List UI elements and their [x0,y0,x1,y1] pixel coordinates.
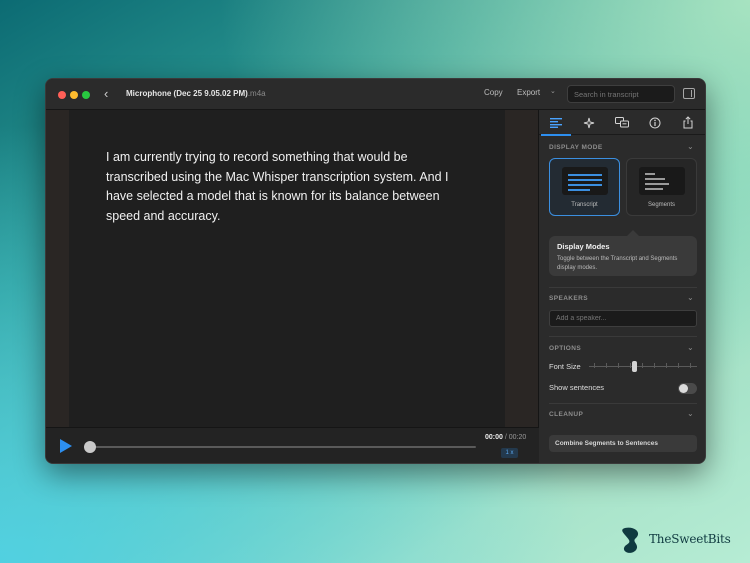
zoom-window-button[interactable] [82,91,90,99]
export-button[interactable]: Export [517,88,540,97]
cleanup-heading: CLEANUP [549,411,584,418]
chevron-down-icon[interactable]: ⌄ [687,409,694,418]
slider-tick [594,363,595,368]
content-right-margin [505,110,539,427]
audio-player: 00:00 / 00:20 1 x [46,427,539,463]
slider-tick [618,363,619,368]
chevron-down-icon[interactable]: ⌄ [687,293,694,302]
chevron-down-icon[interactable]: ⌄ [687,343,694,352]
title-bar: ‹ Microphone (Dec 25 9.05.02 PM).m4a Cop… [46,79,705,110]
options-heading: OPTIONS [549,345,582,352]
transcript-mode-preview-icon [562,167,608,195]
slider-tick [666,363,667,368]
tooltip-description: Toggle between the Transcript and Segmen… [557,256,678,271]
slider-tick [654,363,655,368]
add-speaker-input[interactable] [549,310,697,327]
divider [549,403,697,404]
divider [549,336,697,337]
segments-mode-preview-icon [639,167,685,195]
back-chevron-icon[interactable]: ‹ [104,86,118,102]
speakers-heading: SPEAKERS [549,295,588,302]
transcript-mode-option[interactable]: Transcript [549,158,620,216]
panel-tab-bar [539,110,705,136]
inspector-panel: DISPLAY MODE ⌄ Transcript Segments Displ… [539,110,705,463]
show-sentences-label: Show sentences [549,383,605,392]
transcript-mode-label: Transcript [571,202,598,208]
display-mode-heading: DISPLAY MODE [549,144,603,151]
chevron-down-icon[interactable]: ⌄ [687,142,694,151]
toggle-knob[interactable] [679,384,688,393]
total-time: 00:20 [508,434,527,441]
tab-translate[interactable] [607,110,637,135]
share-icon [683,116,693,129]
font-size-label: Font Size [549,362,581,371]
brand-wordmark: TheSweetBits [649,532,731,546]
close-window-button[interactable] [58,91,66,99]
divider [549,287,697,288]
tab-ai[interactable] [574,110,604,135]
display-modes-tooltip: Display Modes Toggle between the Transcr… [549,236,697,276]
slider-tick [678,363,679,368]
sidebar-toggle-icon[interactable] [683,88,695,99]
segments-mode-label: Segments [647,202,675,208]
app-window: ‹ Microphone (Dec 25 9.05.02 PM).m4a Cop… [45,78,706,464]
transcript-area[interactable]: I am currently trying to record somethin… [69,110,505,427]
play-icon[interactable] [60,439,72,453]
transcript-text[interactable]: I am currently trying to record somethin… [106,148,466,226]
scrubber-handle[interactable] [84,441,96,453]
minimize-window-button[interactable] [70,91,78,99]
slider-tick [642,363,643,368]
current-time: 00:00 [485,434,503,441]
copy-button[interactable]: Copy [484,88,503,97]
slider-tick [690,363,691,368]
sparkle-icon [583,117,595,128]
segments-mode-option[interactable]: Segments [626,158,697,216]
slider-tick [630,363,631,368]
chevron-down-icon[interactable]: ⌄ [550,87,556,95]
info-icon [649,117,661,128]
tab-info[interactable] [640,110,670,135]
translate-icon [615,117,629,128]
list-lines-icon [550,117,562,128]
font-size-slider-handle[interactable] [632,361,637,372]
content-left-margin [46,110,69,427]
tab-display[interactable] [541,110,571,136]
file-name: Microphone (Dec 25 9.05.02 PM) [126,89,248,98]
time-readout: 00:00 / 00:20 [485,434,526,441]
slider-tick [606,363,607,368]
brand-logo-icon [622,527,639,553]
window-title: Microphone (Dec 25 9.05.02 PM).m4a [126,89,266,98]
tab-share[interactable] [673,110,703,135]
tooltip-title: Display Modes [557,242,610,251]
playback-scrubber[interactable] [90,446,476,448]
search-input[interactable] [567,85,675,103]
file-extension: .m4a [247,89,266,98]
combine-segments-button[interactable]: Combine Segments to Sentences [549,435,697,452]
playback-speed-button[interactable]: 1 x [501,448,518,458]
